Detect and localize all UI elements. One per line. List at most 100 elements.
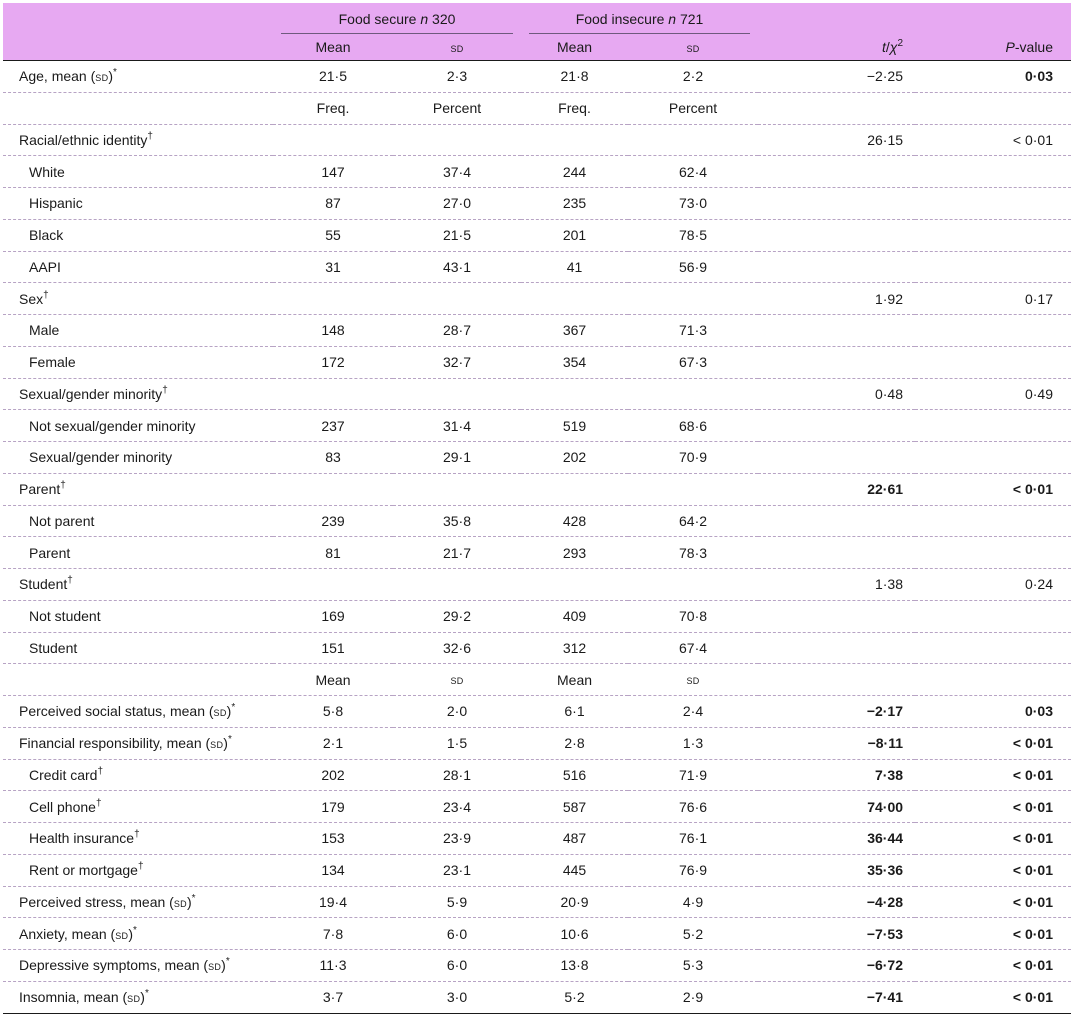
row-p-value: < 0·01 — [915, 981, 1072, 1014]
row-p-value: < 0·01 — [915, 917, 1072, 950]
row-test-statistic: 36·44 — [758, 822, 916, 855]
row-test-statistic: 0·48 — [758, 378, 916, 411]
table-row: Not parent 239 35·8 428 64·2 — [3, 505, 1072, 538]
row-value-v4 — [628, 378, 759, 411]
table-row: Credit card† 202 28·1 516 71·9 7·38 < 0·01 — [3, 759, 1072, 792]
row-p-value: < 0·01 — [915, 727, 1072, 760]
header-empty-cell — [915, 3, 1072, 34]
table-row: Sexual/gender minority† 0·48 0·49 — [3, 378, 1072, 411]
row-test-statistic: −2·17 — [758, 695, 916, 728]
row-value-v4 — [628, 124, 759, 157]
row-value-v2 — [393, 568, 522, 601]
row-p-value: < 0·01 — [915, 473, 1072, 506]
subheader-empty-cell — [3, 663, 273, 696]
row-value-v2 — [393, 124, 522, 157]
row-value-v3: 409 — [521, 600, 629, 633]
header-empty-cell — [758, 3, 916, 34]
subheader-row: Freq. Percent Freq. Percent — [3, 92, 1072, 125]
row-label: Insomnia, mean (SD)* — [3, 981, 273, 1014]
table-row: Depressive symptoms, mean (SD)* 11·3 6·0 13… — [3, 949, 1072, 982]
row-value-v2: 23·4 — [393, 790, 522, 823]
row-p-value — [915, 251, 1072, 284]
row-test-statistic: −4·28 — [758, 886, 916, 919]
row-value-v3: 487 — [521, 822, 629, 855]
row-value-v3: 244 — [521, 155, 629, 188]
group-food-secure-n-label: n — [420, 10, 429, 27]
row-value-v1: 237 — [273, 409, 393, 442]
row-p-value — [915, 346, 1072, 379]
row-value-v1: 31 — [273, 251, 393, 284]
row-label: Financial responsibility, mean (SD)* — [3, 727, 273, 760]
row-value-v3: 20·9 — [521, 886, 629, 919]
table-row: Financial responsibility, mean (SD)* 2·1 1… — [3, 727, 1072, 760]
row-p-value: < 0·01 — [915, 759, 1072, 792]
row-value-v1 — [273, 473, 393, 506]
row-label: Hispanic — [3, 187, 273, 220]
row-value-v4: 62·4 — [628, 155, 759, 188]
table-row: Student 151 32·6 312 67·4 — [3, 632, 1072, 665]
row-value-v4: 64·2 — [628, 505, 759, 538]
table-row: Male 148 28·7 367 71·3 — [3, 314, 1072, 347]
row-value-v3: 10·6 — [521, 917, 629, 950]
row-value-v1: 239 — [273, 505, 393, 538]
row-value-v2: 31·4 — [393, 409, 522, 442]
row-value-v2 — [393, 282, 522, 315]
row-test-statistic — [758, 536, 916, 569]
row-value-v4: 2·2 — [628, 60, 759, 93]
row-value-v4: 78·5 — [628, 219, 759, 252]
row-label: Depressive symptoms, mean (SD)* — [3, 949, 273, 982]
row-value-v3 — [521, 124, 629, 157]
row-p-value: 0·17 — [915, 282, 1072, 315]
row-p-value — [915, 441, 1072, 474]
group-food-insecure-n-label: n — [668, 10, 677, 27]
row-value-v3: 367 — [521, 314, 629, 347]
subheader-empty-cell — [915, 663, 1072, 696]
row-test-statistic — [758, 632, 916, 665]
row-value-v2: 23·1 — [393, 854, 522, 887]
table-row: Parent† 22·61 < 0·01 — [3, 473, 1072, 506]
row-value-v4 — [628, 282, 759, 315]
table-row: White 147 37·4 244 62·4 — [3, 155, 1072, 188]
row-label: AAPI — [3, 251, 273, 284]
row-value-v2: 5·9 — [393, 886, 522, 919]
row-value-v4: 5·3 — [628, 949, 759, 982]
row-value-v3: 41 — [521, 251, 629, 284]
row-value-v4: 1·3 — [628, 727, 759, 760]
row-p-value — [915, 600, 1072, 633]
table-row: Not student 169 29·2 409 70·8 — [3, 600, 1072, 633]
table-row: Rent or mortgage† 134 23·1 445 76·9 35·36 < 0·… — [3, 854, 1072, 887]
row-test-statistic — [758, 219, 916, 252]
table-row: Perceived social status, mean (SD)* 5·8 2·… — [3, 695, 1072, 728]
row-test-statistic — [758, 409, 916, 442]
row-value-v4: 71·3 — [628, 314, 759, 347]
subheader-row: Mean SD Mean SD — [3, 663, 1072, 696]
header-empty-cell — [3, 34, 273, 61]
row-label: Racial/ethnic identity† — [3, 124, 273, 157]
table-row: Cell phone† 179 23·4 587 76·6 74·00 < 0·01 — [3, 790, 1072, 823]
row-value-v3: 293 — [521, 536, 629, 569]
row-label: Black — [3, 219, 273, 252]
row-value-v4: 71·9 — [628, 759, 759, 792]
row-test-statistic: −8·11 — [758, 727, 916, 760]
row-value-v4: 67·3 — [628, 346, 759, 379]
row-value-v2: 21·5 — [393, 219, 522, 252]
row-test-statistic: 1·92 — [758, 282, 916, 315]
row-p-value — [915, 187, 1072, 220]
row-value-v2: 27·0 — [393, 187, 522, 220]
row-p-value: 0·03 — [915, 60, 1072, 93]
row-value-v2: 29·1 — [393, 441, 522, 474]
row-label: Sexual/gender minority† — [3, 378, 273, 411]
row-value-v3: 6·1 — [521, 695, 629, 728]
row-value-v3: 202 — [521, 441, 629, 474]
row-test-statistic: −2·25 — [758, 60, 916, 93]
row-value-v3: 21·8 — [521, 60, 629, 93]
row-label: Student† — [3, 568, 273, 601]
subheader-freq: Freq. — [521, 92, 629, 125]
header-group-food-insecure: Food insecure n 721 — [521, 3, 759, 34]
row-value-v3: 587 — [521, 790, 629, 823]
row-value-v3: 312 — [521, 632, 629, 665]
row-value-v1: 2·1 — [273, 727, 393, 760]
row-test-statistic — [758, 251, 916, 284]
row-value-v2: 3·0 — [393, 981, 522, 1014]
table-row: Sexual/gender minority 83 29·1 202 70·9 — [3, 441, 1072, 474]
